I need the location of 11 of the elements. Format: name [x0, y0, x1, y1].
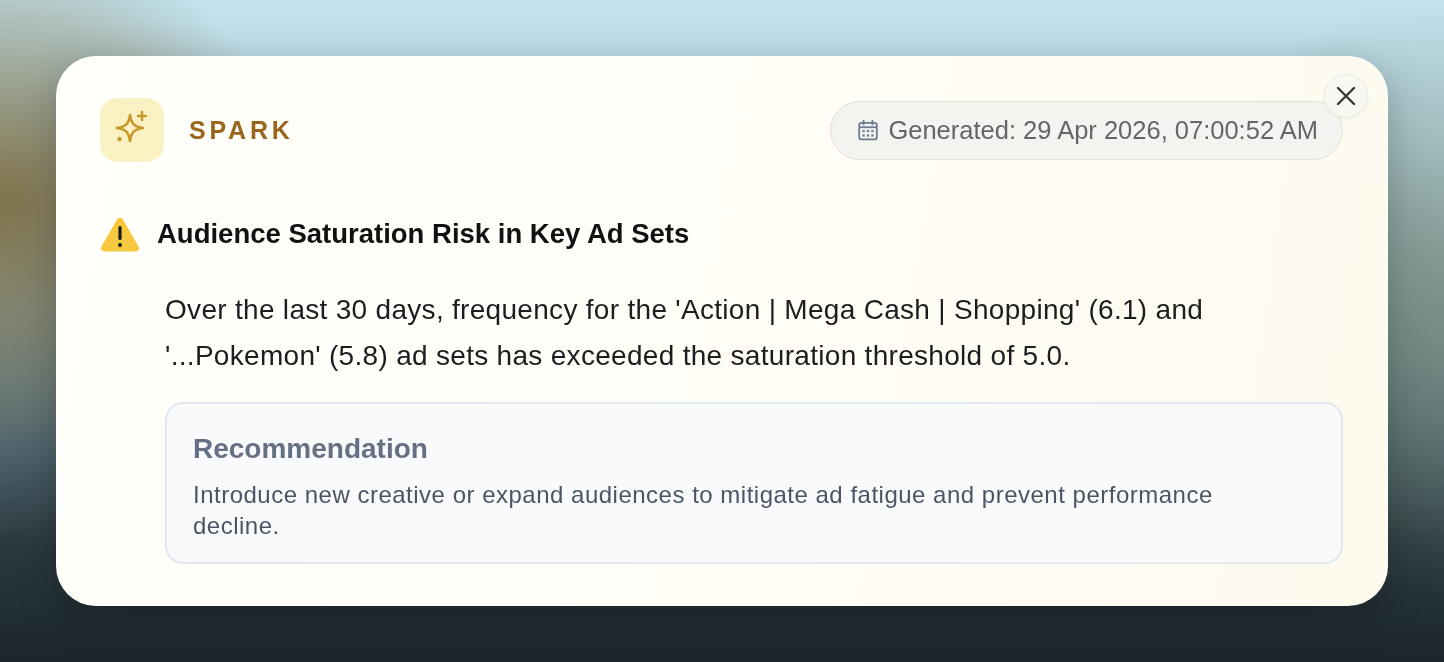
generated-timestamp: Generated: 29 Apr 2026, 07:00:52 AM [830, 100, 1343, 160]
insight-title: Audience Saturation Risk in Key Ad Sets [157, 218, 690, 250]
insight-description: Over the last 30 days, frequency for the 'Action | Mega Cash | Shopping' (6.1) and '...Pokemon' (5.8) ad sets has exceeded the saturation threshold of 5.0. [165, 293, 1205, 373]
close-button[interactable] [1324, 74, 1368, 118]
recommendation-text: Introduce new creative or expand audiences to mitigate ad fatigue and prevent performance decline. [193, 480, 1214, 541]
close-icon [1336, 86, 1356, 106]
brand-name: SPARK [189, 115, 294, 145]
calendar-icon [857, 119, 880, 141]
recommendation-title: Recommendation [193, 432, 429, 466]
sparkle-icon [100, 98, 164, 162]
warning-icon [100, 216, 140, 252]
